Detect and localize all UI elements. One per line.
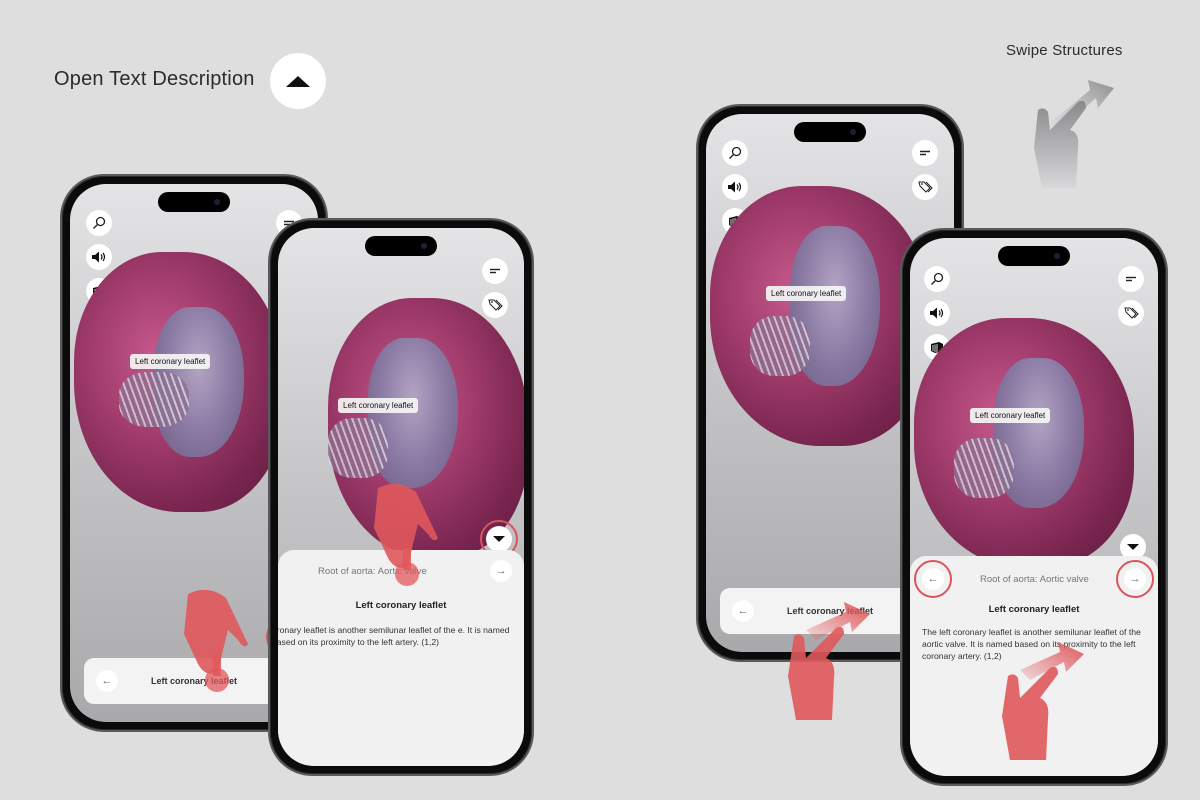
heart-3d-model[interactable] — [710, 186, 930, 446]
tags-button[interactable] — [912, 174, 938, 200]
structure-label[interactable]: Left coronary leaflet — [338, 398, 419, 413]
tag-icon — [1124, 307, 1139, 319]
dynamic-island — [794, 122, 866, 142]
highlight-ring — [914, 560, 952, 598]
tap-gesture-icon — [184, 589, 248, 692]
arrow-right-icon: → — [495, 565, 507, 577]
previous-structure-button[interactable]: ← — [732, 600, 754, 622]
search-button[interactable] — [924, 266, 950, 292]
menu-icon — [490, 268, 500, 274]
audio-button[interactable] — [86, 244, 112, 270]
search-icon — [729, 146, 742, 159]
next-structure-button[interactable]: → — [490, 560, 512, 582]
heart-3d-model[interactable] — [74, 252, 284, 512]
swipe-gesture-icon — [1034, 80, 1114, 188]
speaker-icon — [92, 251, 106, 263]
description-text: oronary leaflet is another semilunar lea… — [278, 625, 510, 647]
triangle-down-icon — [1127, 544, 1139, 550]
tap-gesture-icon — [374, 483, 438, 586]
tag-icon — [918, 181, 933, 193]
open-text-description-caption: Open Text Description — [54, 68, 255, 90]
description-title: Left coronary leaflet — [988, 604, 1080, 615]
arrow-left-icon: ← — [737, 605, 749, 617]
speaker-icon — [930, 307, 944, 319]
highlight-ring — [1116, 560, 1154, 598]
menu-button[interactable] — [1118, 266, 1144, 292]
arrow-left-icon: ← — [101, 675, 113, 687]
audio-button[interactable] — [722, 174, 748, 200]
swipe-gesture-icon — [788, 602, 870, 720]
search-icon — [931, 272, 944, 285]
phone-2-device: Left coronary leaflet Root of aorta: Aor… — [268, 218, 534, 776]
description-title: Left coronary leaflet — [355, 600, 447, 611]
menu-button[interactable] — [912, 140, 938, 166]
audio-button[interactable] — [924, 300, 950, 326]
menu-icon — [920, 150, 930, 156]
swipe-structures-caption: Swipe Structures — [1006, 42, 1123, 59]
menu-button[interactable] — [482, 258, 508, 284]
previous-structure-button[interactable]: ← — [96, 670, 118, 692]
speaker-icon — [728, 181, 742, 193]
structure-label[interactable]: Left coronary leaflet — [970, 408, 1051, 423]
dynamic-island — [998, 246, 1070, 266]
triangle-up-icon — [286, 75, 310, 87]
search-icon — [93, 216, 106, 229]
tags-button[interactable] — [1118, 300, 1144, 326]
heart-3d-model[interactable] — [914, 318, 1134, 568]
breadcrumb[interactable]: Root of aorta: Aortic valve — [980, 574, 1089, 585]
dynamic-island — [158, 192, 230, 212]
structure-label[interactable]: Left coronary leaflet — [130, 354, 211, 369]
tags-button[interactable] — [482, 292, 508, 318]
phone-2-screen: Left coronary leaflet Root of aorta: Aor… — [278, 228, 524, 766]
structure-label[interactable]: Left coronary leaflet — [766, 286, 847, 301]
menu-icon — [1126, 276, 1136, 282]
search-button[interactable] — [722, 140, 748, 166]
dynamic-island — [365, 236, 437, 256]
swipe-gesture-icon — [1002, 642, 1084, 760]
search-button[interactable] — [86, 210, 112, 236]
open-text-description-demo-button — [270, 53, 326, 109]
tag-icon — [488, 299, 503, 311]
